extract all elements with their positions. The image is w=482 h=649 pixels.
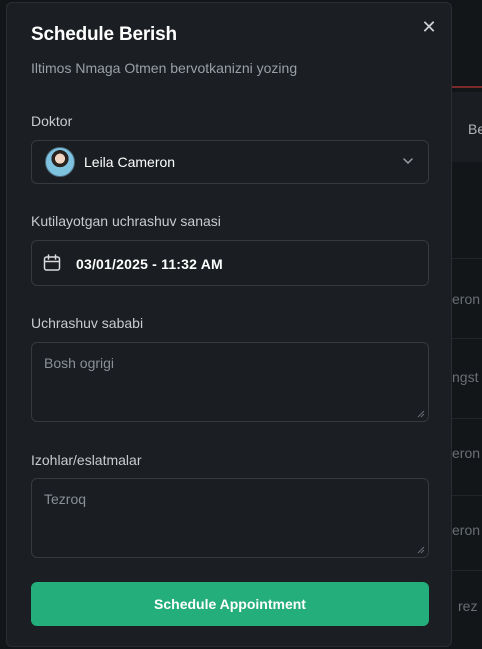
background-text: eron xyxy=(452,291,481,307)
schedule-modal: Schedule Berish Iltimos Nmaga Otmen berv… xyxy=(6,2,452,647)
background-text: ngst xyxy=(452,369,479,385)
chevron-down-icon xyxy=(403,158,413,164)
resize-handle-icon[interactable] xyxy=(417,410,425,418)
doctor-avatar xyxy=(45,147,75,177)
reason-label: Uchrashuv sababi xyxy=(31,315,144,331)
notes-text: Tezroq xyxy=(44,491,87,507)
close-icon[interactable]: ✕ xyxy=(419,17,439,37)
calendar-icon xyxy=(43,254,61,271)
modal-subtitle: Iltimos Nmaga Otmen bervotkanizni yozing xyxy=(31,60,298,76)
modal-title: Schedule Berish xyxy=(31,24,177,45)
doctor-select[interactable]: Leila Cameron xyxy=(31,140,429,184)
date-picker[interactable]: 03/01/2025 - 11:32 AM xyxy=(31,240,429,286)
notes-label: Izohlar/eslatmalar xyxy=(31,452,142,468)
notes-textarea[interactable]: Tezroq xyxy=(31,478,429,558)
doctor-selected-value: Leila Cameron xyxy=(84,154,176,170)
reason-text: Bosh ogrigi xyxy=(44,355,115,371)
doctor-label: Doktor xyxy=(31,113,73,129)
background-text: Be xyxy=(468,121,482,137)
schedule-appointment-button[interactable]: Schedule Appointment xyxy=(31,582,429,626)
background-text: eron xyxy=(452,522,481,538)
reason-textarea[interactable]: Bosh ogrigi xyxy=(31,342,429,422)
background-text: eron xyxy=(452,445,481,461)
date-label: Kutilayotgan uchrashuv sanasi xyxy=(31,213,221,229)
date-value: 03/01/2025 - 11:32 AM xyxy=(76,256,223,272)
background-text: rez xyxy=(458,598,478,614)
resize-handle-icon[interactable] xyxy=(417,546,425,554)
